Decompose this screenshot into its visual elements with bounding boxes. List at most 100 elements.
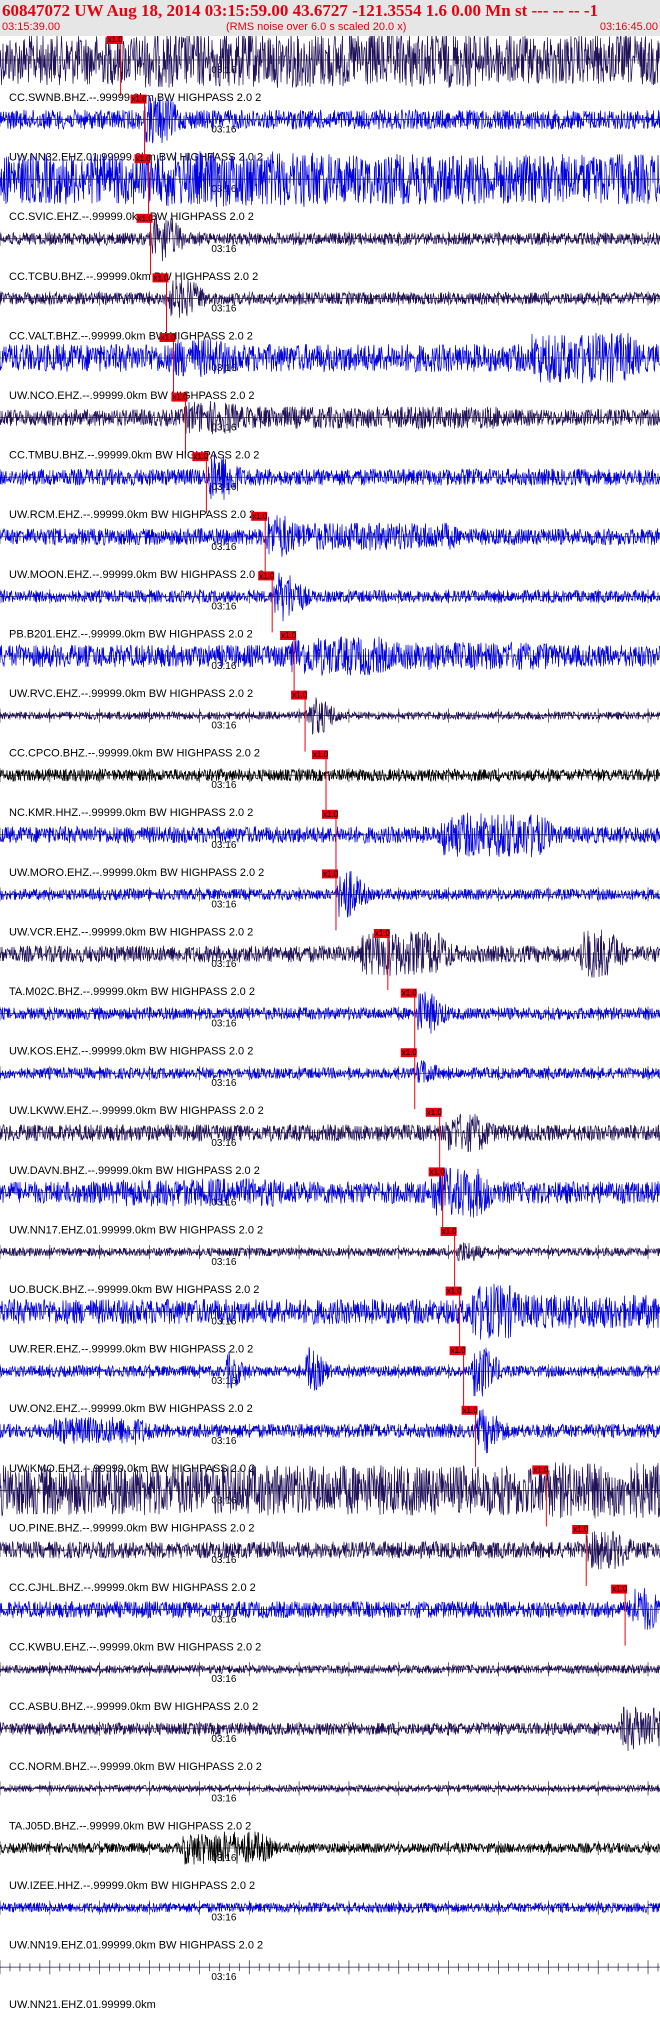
pick-label: x1.0: [193, 452, 209, 461]
trace-26: 03:16 x1.0 CC.KWBU.EHZ.--.99999.0km BW HIG…: [0, 1584, 660, 1654]
seismogram-plot: 03:16x1.0CC.SWNB.BHZ.--.99999.0km BW HIG…: [0, 36, 660, 2011]
station-label: UW.MOON.EHZ.--.99999.0km BW HIGHPASS 2.0…: [9, 569, 264, 581]
station-label: UW.IZEE.HHZ.--.99999.0km BW HIGHPASS 2.0…: [9, 1880, 255, 1892]
station-label: CC.TMBU.BHZ.--.99999.0km BW HIGHPASS 2.0…: [9, 450, 259, 462]
pick-label: x1.0: [323, 810, 339, 819]
trace-29: 03:16 TA.J05D.BHZ.--.99999.0km BW HIGHPAS…: [0, 1781, 660, 1832]
pick-label: x1.0: [533, 1465, 549, 1474]
station-label: CC.SVIC.EHZ.--.99999.0km BW HIGHPASS 2.0…: [9, 211, 254, 223]
pick-label: x1.0: [451, 1346, 467, 1355]
minute-mark-label: 03:16: [211, 1734, 236, 1745]
trace-8: 03:16x1.0UW.MOON.EHZ.--.99999.0km BW HIG…: [0, 511, 660, 581]
pick-label: x1.0: [323, 869, 339, 878]
waveform: [0, 812, 660, 858]
station-label: CC.KWBU.EHZ.--.99999.0km BW HIGHPASS 2.0…: [9, 1642, 261, 1654]
minute-mark-label: 03:16: [211, 1019, 236, 1030]
station-label: PB.B201.EHZ.--.99999.0km BW HIGHPASS 2.0…: [9, 628, 253, 640]
station-label: TA.M02C.BHZ.--.99999.0km BW HIGHPASS 2.0…: [9, 986, 255, 998]
trace-9: 03:16 x1.0 PB.B201.EHZ.--.99999.0km BW HIG…: [0, 571, 660, 640]
pick-label: x1.0: [160, 333, 176, 342]
trace-10: 03:16 x1.0 UW.RVC.EHZ.--.99999.0km BW HIGH…: [0, 631, 660, 700]
minute-mark-label: 03:16: [211, 780, 236, 791]
minute-mark-label: 03:16: [211, 1078, 236, 1089]
station-label: CC.VALT.BHZ.--.99999.0km BW HIGHPASS 2.0…: [9, 330, 253, 342]
end-time: 03:16:45.00: [599, 21, 658, 33]
trace-3: 03:16 x1.0CC.TCBU.BHZ.--.99999.0km BW HIG…: [0, 213, 660, 283]
pick-label: x1.0: [252, 512, 268, 521]
minute-mark-label: 03:16: [211, 721, 236, 732]
trace-22: 03:16 x1.0 UW.ON2.EHZ.--.99999.0km BW HIGH…: [0, 1346, 660, 1415]
minute-mark-label: 03:16: [211, 1257, 236, 1268]
trace-0: 03:16x1.0CC.SWNB.BHZ.--.99999.0km BW HIG…: [0, 36, 660, 104]
waveform: [0, 697, 660, 735]
pick-label: x1.0: [430, 1167, 446, 1176]
pick-label: x1.0: [463, 1406, 479, 1415]
minute-mark-label: 03:16: [211, 601, 236, 612]
station-label: UW.NN21.EHZ.01.99999.0km: [9, 1999, 156, 2011]
station-label: CC.CPCO.BHZ.--.99999.0km BW HIGHPASS 2.0…: [9, 748, 260, 760]
trace-15: 03:16 x1.0 TA.M02C.BHZ.--.99999.0km BW HIG…: [0, 929, 660, 998]
pick-label: x1.0: [132, 95, 148, 104]
trace-19: 03:16x1.0UW.NN17.EHZ.01.99999.0km BW HIG…: [0, 1167, 660, 1236]
pick-label: x1.0: [281, 631, 297, 640]
pick-label: x1.0: [402, 1048, 418, 1057]
trace-30: 03:16UW.IZEE.HHZ.--.99999.0km BW HIGHPAS…: [0, 1831, 660, 1892]
pick-label: x1.0: [259, 571, 275, 580]
minute-mark-label: 03:16: [211, 959, 236, 970]
waveform: [0, 1060, 660, 1083]
trace-32: 03:16 UW.NN21.EHZ.01.99999.0km: [0, 1960, 660, 2011]
minute-mark-label: 03:16: [211, 661, 236, 672]
trace-7: 03:16x1.0UW.RCM.EHZ.--.99999.0km BW HIGH…: [0, 452, 660, 521]
station-label: CC.TCBU.BHZ.--.99999.0km BW HIGHPASS 2.0…: [9, 271, 258, 283]
pick-label: x1.0: [136, 154, 152, 163]
trace-16: 03:16 x1.0 UW.KOS.EHZ.--.99999.0km BW HIGH…: [0, 988, 660, 1058]
trace-25: 03:16x1.0CC.CJHL.BHZ.--.99999.0km BW HIG…: [0, 1525, 660, 1594]
pick-label: x1.0: [447, 1287, 463, 1296]
pick-label: x1.0: [612, 1585, 628, 1594]
station-label: CC.NORM.BHZ.--.99999.0km BW HIGHPASS 2.0…: [9, 1761, 262, 1773]
trace-27: 03:16 CC.ASBU.BHZ.--.99999.0km BW HIGHPAS…: [0, 1662, 660, 1713]
station-label: UW.LKWW.EHZ.--.99999.0km BW HIGHPASS 2.0…: [9, 1105, 264, 1117]
pick-label: x1.0: [292, 691, 308, 700]
pick-label: x1.0: [172, 393, 188, 402]
rms-note: (RMS noise over 6.0 s scaled 20.0 x): [226, 21, 407, 33]
trace-28: 03:16 CC.NORM.BHZ.--.99999.0km BW HIGHPAS…: [0, 1706, 660, 1773]
event-title: 60847072 UW Aug 18, 2014 03:15:59.00 43.…: [2, 1, 599, 20]
trace-23: 03:16x1.0UW.KMO.EHZ.--.99999.0km BW HIGH…: [0, 1405, 660, 1475]
pick-label: x1.0: [402, 989, 418, 998]
minute-mark-label: 03:16: [211, 244, 236, 255]
station-label: UW.NCO.EHZ.--.99999.0km BW HIGHPASS 2.0 …: [9, 390, 255, 402]
trace-4: 03:16x1.0CC.VALT.BHZ.--.99999.0km BW HIG…: [0, 273, 660, 342]
trace-5: 03:16x1.0UW.NCO.EHZ.--.99999.0km BW HIGH…: [0, 332, 660, 402]
pick-label: x1.0: [427, 1108, 443, 1117]
station-label: UW.RER.EHZ.--.99999.0km BW HIGHPASS 2.0 …: [9, 1344, 253, 1356]
trace-11: 03:16 x1.0 CC.CPCO.BHZ.--.99999.0km BW HIG…: [0, 690, 660, 760]
trace-20: 03:16 x1.0 UO.BUCK.BHZ.--.99999.0km BW HIG…: [0, 1227, 660, 1296]
station-label: UO.PINE.BHZ.--.99999.0km BW HIGHPASS 2.0…: [9, 1522, 255, 1534]
station-label: CC.CJHL.BHZ.--.99999.0km BW HIGHPASS 2.0…: [9, 1582, 256, 1594]
station-label: UW.NN19.EHZ.01.99999.0km BW HIGHPASS 2.0…: [9, 1940, 263, 1952]
station-label: UW.RCM.EHZ.--.99999.0km BW HIGHPASS 2.0 …: [9, 509, 255, 521]
trace-17: 03:16 x1.0 UW.LKWW.EHZ.--.99999.0km BW HIG…: [0, 1048, 660, 1117]
trace-1: 03:16x1.0UW.NN32.EHZ.01.99999.0km BW HIG…: [0, 94, 660, 164]
pick-label: x1.0: [375, 929, 391, 938]
header-bar: 60847072 UW Aug 18, 2014 03:15:59.00 43.…: [0, 0, 660, 36]
station-label: UW.ON2.EHZ.--.99999.0km BW HIGHPASS 2.0 …: [9, 1403, 253, 1415]
minute-mark-label: 03:16: [211, 1972, 236, 1983]
minute-mark-label: 03:16: [211, 1615, 236, 1626]
station-label: UW.RVC.EHZ.--.99999.0km BW HIGHPASS 2.0 …: [9, 688, 253, 700]
station-label: UW.VCR.EHZ.--.99999.0km BW HIGHPASS 2.0 …: [9, 926, 253, 938]
minute-mark-label: 03:16: [211, 1436, 236, 1447]
station-label: UO.BUCK.BHZ.--.99999.0km BW HIGHPASS 2.0…: [9, 1284, 259, 1296]
trace-14: 03:16 x1.0 UW.VCR.EHZ.--.99999.0km BW HIGH…: [0, 869, 660, 938]
minute-mark-label: 03:16: [211, 1376, 236, 1387]
trace-6: 03:16x1.0CC.TMBU.BHZ.--.99999.0km BW HIG…: [0, 392, 660, 462]
pick-label: x1.0: [153, 273, 169, 282]
minute-mark-label: 03:16: [211, 1913, 236, 1924]
station-label: UW.MORO.EHZ.--.99999.0km BW HIGHPASS 2.0…: [9, 867, 264, 879]
station-label: UW.DAVN.BHZ.--.99999.0km BW HIGHPASS 2.0…: [9, 1165, 260, 1177]
station-label: UW.KOS.EHZ.--.99999.0km BW HIGHPASS 2.0 …: [9, 1046, 253, 1058]
station-label: UW.NN17.EHZ.01.99999.0km BW HIGHPASS 2.0…: [9, 1224, 263, 1236]
waveform: [0, 36, 660, 88]
station-label: TA.J05D.BHZ.--.99999.0km BW HIGHPASS 2.0…: [9, 1820, 251, 1832]
